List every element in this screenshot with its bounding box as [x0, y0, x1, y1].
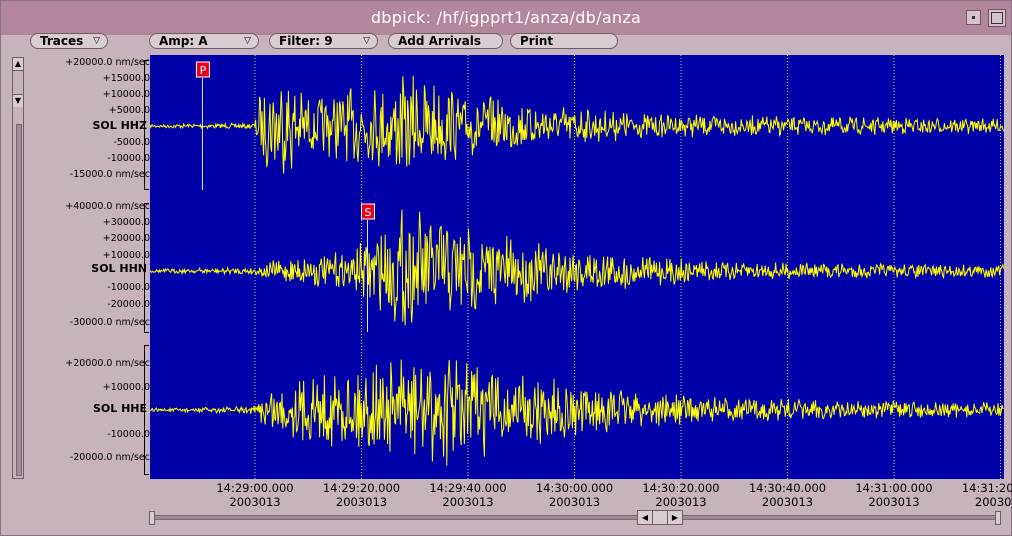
amplitude-tick: +10000.0 [102, 382, 150, 393]
station-label: SOL HHE [92, 402, 147, 415]
amplitude-tick: +20000.0 [102, 233, 150, 244]
scroll-left-end[interactable] [149, 511, 155, 525]
title-bar[interactable]: dbpick: /hf/igpprt1/anza/db/anza [1, 1, 1011, 35]
minimize-icon [972, 16, 975, 19]
amplitude-tick: +20000.0 nm/sec [65, 57, 150, 68]
time-tick-label: 14:30:40.000 2003013 [733, 481, 843, 509]
scroll-right-icon[interactable]: ▶ [667, 511, 682, 524]
time-tick-date: 2003013 [868, 495, 920, 509]
filter-menu-button[interactable]: Filter: 9 ▽ [269, 33, 378, 49]
vertical-scroll-track[interactable] [16, 124, 22, 476]
time-tick-time: 14:29:20.000 [322, 481, 401, 495]
chevron-down-icon: ▽ [363, 36, 370, 46]
horizontal-scrollbar[interactable]: ◀ ▶ [149, 510, 1001, 525]
horizontal-scroll-thumb[interactable]: ◀ ▶ [637, 510, 683, 525]
amp-menu-button[interactable]: Amp: A ▽ [149, 33, 259, 49]
time-tick-label: 14:30:20.000 2003013 [626, 481, 736, 509]
chevron-down-icon: ▽ [244, 36, 251, 46]
waveform-sol-hhn[interactable] [150, 209, 1004, 326]
amplitude-tick: +30000.0 [102, 217, 150, 228]
vertical-scrollbar[interactable]: ▲ ▼ [12, 57, 24, 479]
waveform-sol-hhz[interactable] [150, 75, 1004, 174]
time-tick-date: 2003013 [548, 495, 601, 509]
time-tick-label: 14:29:00.000 2003013 [200, 481, 310, 509]
time-tick-label: 14:29:20.000 2003013 [307, 481, 417, 509]
time-tick-date: 2003013 [229, 495, 281, 509]
scroll-down-icon[interactable]: ▼ [13, 94, 23, 107]
trace-scale-bracket [144, 203, 149, 333]
time-tick-time: 14:31:00.000 [855, 481, 933, 495]
traces-menu-button[interactable]: Traces ▽ [30, 33, 108, 49]
time-axis: 14:29:00.000 2003013 14:29:20.000 2003013 14… [150, 479, 1012, 509]
time-tick-label: 14:29:40.000 2003013 [413, 481, 523, 509]
amplitude-tick: -15000.0 nm/sec [69, 169, 150, 180]
chevron-down-icon: ▽ [93, 36, 100, 46]
time-tick-date: 2003013 [442, 495, 494, 509]
add-arrivals-button[interactable]: Add Arrivals [388, 33, 503, 49]
time-tick-label: 14:31:00.000 2003013 [839, 481, 949, 509]
amplitude-axis-panel: +20000.0 nm/sec +15000.0 +10000.0 +5000.… [24, 55, 150, 479]
filter-menu-label: Filter: 9 [279, 34, 333, 48]
pick-phase-label: S [365, 206, 372, 219]
time-tick-date: 2003013 [974, 495, 1012, 509]
horizontal-scroll-track[interactable] [153, 515, 1001, 520]
time-tick-time: 14:29:40.000 [429, 481, 507, 495]
time-tick-time: 14:31:20.000 [961, 481, 1012, 495]
amplitude-tick: -30000.0 nm/sec [69, 317, 150, 328]
time-tick-label: 14:31:20.0002003013 [946, 481, 1012, 509]
print-button[interactable]: Print [510, 33, 618, 49]
station-label: SOL HHZ [92, 119, 147, 132]
menu-bar: Traces ▽ Amp: A ▽ Filter: 9 ▽ Add Arriva… [0, 33, 1012, 51]
print-label: Print [520, 34, 554, 48]
amp-menu-label: Amp: A [159, 34, 208, 48]
time-tick-time: 14:30:00.000 [535, 481, 614, 495]
scroll-left-icon[interactable]: ◀ [638, 511, 653, 524]
window-title: dbpick: /hf/igpprt1/anza/db/anza [370, 8, 642, 27]
station-label: SOL HHN [91, 262, 147, 275]
time-tick-time: 14:30:20.000 [642, 481, 720, 495]
amplitude-tick: +15000.0 [102, 73, 150, 84]
scroll-right-end[interactable] [995, 511, 1001, 525]
time-tick-date: 2003013 [655, 495, 707, 509]
minimize-button[interactable] [966, 10, 981, 25]
amplitude-tick: -20000.0 nm/sec [69, 452, 150, 463]
amplitude-tick: +20000.0 nm/sec [65, 358, 150, 369]
waveform-sol-hhe[interactable] [150, 359, 1004, 466]
pick-phase-label: P [200, 64, 207, 77]
trace-scale-bracket [144, 345, 149, 475]
time-tick-date: 2003013 [761, 495, 814, 509]
time-tick-label: 14:30:00.000 2003013 [520, 481, 630, 509]
amplitude-tick: +10000.0 [102, 89, 150, 100]
maximize-button[interactable] [988, 9, 1006, 27]
amplitude-tick: +40000.0 nm/sec [65, 201, 150, 212]
trace-scale-bracket [144, 60, 149, 190]
traces-menu-label: Traces [40, 34, 84, 48]
time-tick-date: 2003013 [335, 495, 388, 509]
scroll-up-icon[interactable]: ▲ [13, 58, 23, 71]
seismogram-plot[interactable]: PS [150, 55, 1004, 479]
maximize-icon [991, 12, 1003, 24]
seismogram-canvas[interactable]: PS [150, 55, 1004, 479]
time-tick-time: 14:29:00.000 [216, 481, 294, 495]
time-tick-time: 14:30:40.000 [748, 481, 827, 495]
amplitude-tick: +10000.0 [102, 250, 150, 261]
add-arrivals-label: Add Arrivals [398, 34, 482, 48]
